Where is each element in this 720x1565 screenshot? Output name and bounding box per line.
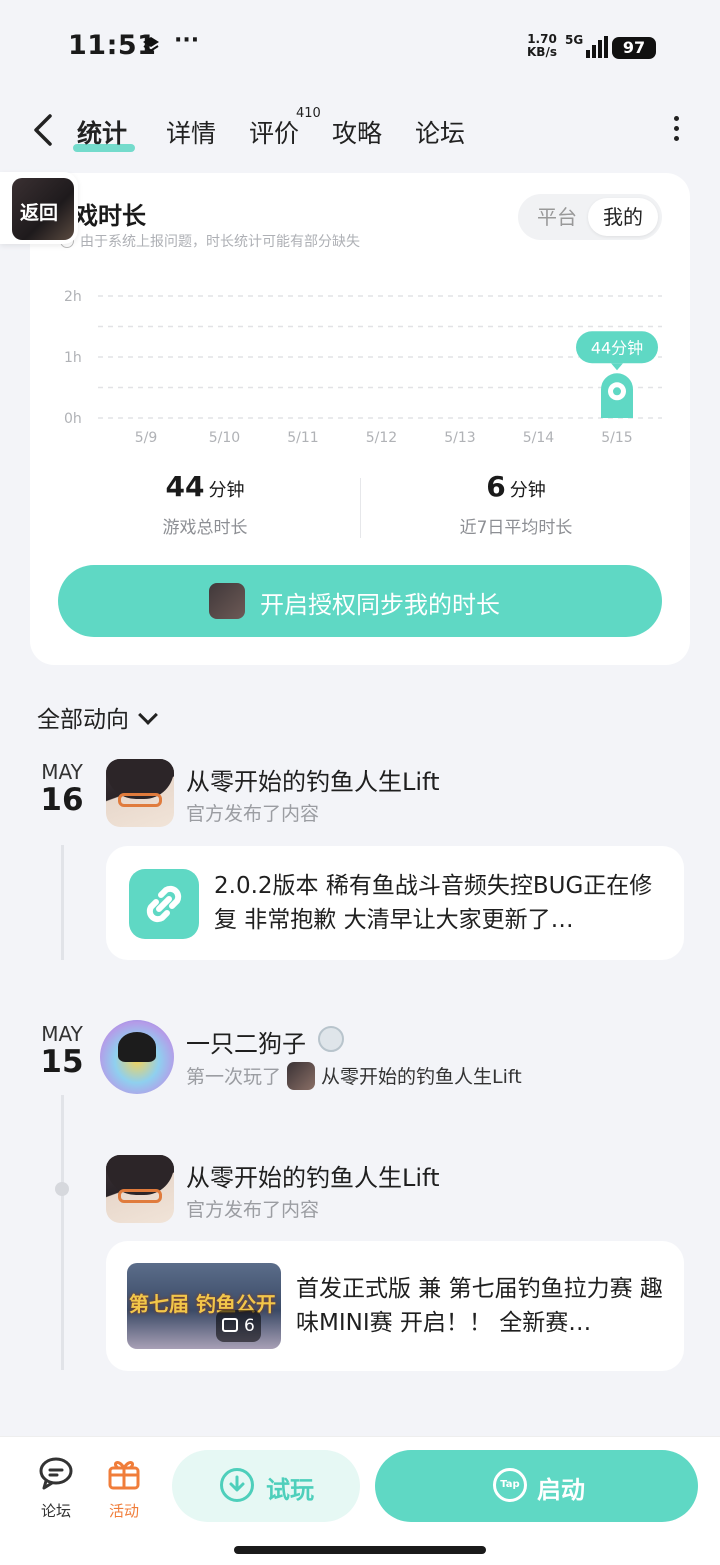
user-name[interactable]: 一只二狗子 <box>186 1024 306 1059</box>
x-tick-label: 5/12 <box>366 430 397 446</box>
tab-reviews[interactable]: 评价 <box>249 114 299 150</box>
review-count-badge: 410 <box>296 106 321 121</box>
tab-forum[interactable]: 论坛 <box>415 114 465 150</box>
bar-value-label: 44分钟 <box>591 338 643 357</box>
activity-action: 第一次玩了 从零开始的钓鱼人生Lift <box>186 1062 522 1090</box>
total-playtime-label: 游戏总时长 <box>162 518 248 538</box>
tab-stats[interactable]: 统计 <box>77 114 127 150</box>
tab-details[interactable]: 详情 <box>166 114 216 150</box>
network-speed: 1.70 KB/s <box>527 32 557 59</box>
segment-platform[interactable]: 平台 <box>524 198 590 236</box>
metric-divider <box>360 478 361 538</box>
avg-playtime: 6 分钟 近7日平均时长 <box>440 470 592 538</box>
x-tick-label: 5/15 <box>601 430 632 446</box>
y-tick-label: 0h <box>64 411 82 427</box>
author-name[interactable]: 从零开始的钓鱼人生Lift <box>186 762 439 797</box>
author-avatar[interactable] <box>106 759 174 827</box>
more-menu-icon[interactable] <box>668 116 684 146</box>
bubble-pointer <box>611 363 623 371</box>
playtime-title: 戏时长 <box>74 202 146 230</box>
launch-button[interactable]: Tap 启动 <box>375 1450 698 1522</box>
user-avatar[interactable] <box>100 1020 174 1094</box>
avg-playtime-label: 近7日平均时长 <box>459 518 573 538</box>
float-back-button[interactable]: 返回 <box>0 172 78 244</box>
x-tick-label: 5/10 <box>209 430 240 446</box>
bar-marker-dot <box>613 387 621 396</box>
playtime-note: 由于系统上报问题，时长统计可能有部分缺失 <box>60 231 360 251</box>
signal-icon <box>586 36 608 58</box>
activity-nav[interactable]: 活动 <box>98 1456 150 1521</box>
chevron-down-icon <box>138 705 158 725</box>
layers-icon <box>143 37 159 52</box>
post-text: 2.0.2版本 稀有鱼战斗音频失控BUG正在修复 非常抱歉 大清早让大家更新了… <box>214 873 653 933</box>
total-playtime-unit: 分钟 <box>208 480 245 501</box>
author-name[interactable]: 从零开始的钓鱼人生Lift <box>186 1158 439 1193</box>
tap-logo-icon: Tap <box>493 1468 527 1502</box>
x-tick-label: 5/11 <box>287 430 318 446</box>
activity-filter[interactable]: 全部动向 <box>37 700 158 734</box>
activity-action: 官方发布了内容 <box>186 1199 320 1221</box>
y-tick-label: 2h <box>64 289 82 305</box>
date-label: MAY 16 <box>40 760 84 818</box>
timeline-dot <box>55 1182 69 1196</box>
activity-action: 官方发布了内容 <box>186 803 320 825</box>
y-tick-label: 1h <box>64 350 82 366</box>
sync-playtime-button[interactable]: 开启授权同步我的时长 <box>58 565 662 637</box>
user-badge-icon <box>318 1026 344 1052</box>
x-tick-label: 5/14 <box>523 430 555 446</box>
top-nav: 统计 详情 评价 410 攻略 论坛 <box>0 96 720 168</box>
post-text: 首发正式版 兼 第七届钓鱼拉力赛 趣味MINI赛 开启！！ 全新赛… <box>296 1276 663 1336</box>
image-count-badge: 6 <box>216 1310 261 1342</box>
download-icon <box>220 1468 254 1502</box>
game-mini-icon <box>287 1062 316 1090</box>
game-avatar-icon <box>209 583 245 619</box>
tab-guides[interactable]: 攻略 <box>332 114 382 150</box>
forum-nav[interactable]: 论坛 <box>30 1456 82 1521</box>
total-playtime-value: 44 <box>165 470 205 503</box>
battery-indicator: 97 <box>612 37 656 59</box>
segment-mine[interactable]: 我的 <box>588 198 658 236</box>
author-avatar[interactable] <box>106 1155 174 1223</box>
avg-playtime-unit: 分钟 <box>509 480 546 501</box>
status-bar: 11:51 ··· 1.70 KB/s 5G 97 <box>0 0 720 96</box>
total-playtime: 44 分钟 游戏总时长 <box>140 470 270 538</box>
x-tick-label: 5/9 <box>135 430 158 446</box>
playtime-chart: 0h 1h 2h 5/9 5/10 5/11 5/12 5/13 5/14 5/15 44分钟 <box>64 289 662 446</box>
trial-button[interactable]: 试玩 <box>172 1450 360 1522</box>
back-arrow-icon[interactable] <box>28 112 56 148</box>
scope-toggle: 平台 我的 <box>518 194 662 240</box>
x-tick-label: 5/13 <box>444 430 475 446</box>
link-icon <box>129 869 199 939</box>
more-status-icon: ··· <box>174 28 200 53</box>
game-link[interactable]: 从零开始的钓鱼人生Lift <box>321 1066 522 1088</box>
timeline-line <box>61 1095 64 1370</box>
timeline-line <box>61 845 64 960</box>
date-label: MAY 15 <box>40 1022 84 1080</box>
image-icon <box>222 1318 238 1332</box>
gift-icon <box>108 1461 140 1490</box>
avg-playtime-value: 6 <box>486 470 506 503</box>
home-indicator <box>234 1546 486 1554</box>
chat-icon <box>39 1457 73 1490</box>
